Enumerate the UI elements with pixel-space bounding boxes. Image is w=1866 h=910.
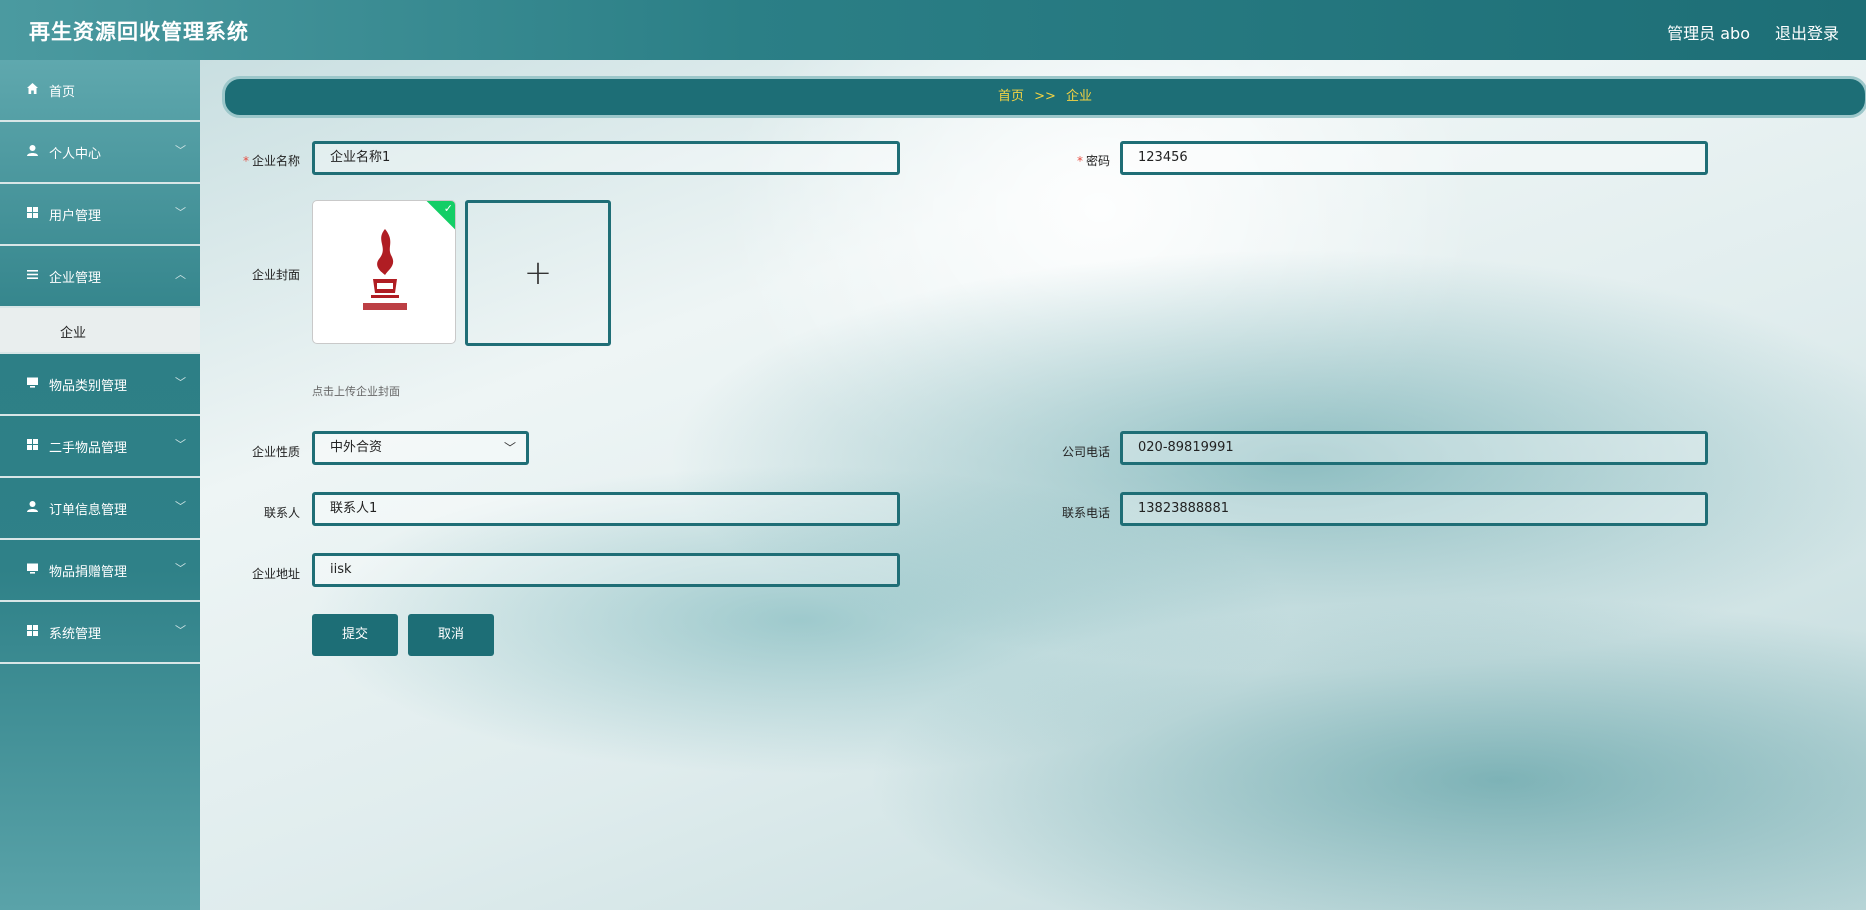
chevron-up-icon: ︿ bbox=[175, 268, 186, 281]
contact-phone-input[interactable]: 13823888881 bbox=[1120, 492, 1708, 526]
company-phone-label: 公司电话 bbox=[1061, 445, 1110, 459]
user-icon bbox=[27, 145, 38, 156]
password-label: * 密码 bbox=[1076, 154, 1110, 168]
grid-icon bbox=[27, 439, 38, 450]
nature-label: 企业性质 bbox=[251, 445, 300, 459]
submit-button[interactable]: 提交 bbox=[312, 614, 398, 656]
logout-button[interactable]: 退出登录 bbox=[1775, 20, 1839, 44]
check-icon: ✓ bbox=[443, 202, 453, 215]
sidebar-item-label: 企业管理 bbox=[49, 271, 102, 286]
sidebar-item-donations[interactable]: 物品捐赠管理 ﹀ bbox=[0, 540, 200, 602]
required-mark: * bbox=[1076, 154, 1083, 168]
chevron-down-icon: ﹀ bbox=[175, 144, 186, 157]
main-content: 首页 >> 企业 bbox=[200, 60, 1866, 910]
enterprise-logo-image bbox=[363, 229, 407, 310]
grid-icon bbox=[27, 207, 38, 218]
address-input[interactable]: iisk bbox=[312, 553, 900, 587]
sidebar-item-system[interactable]: 系统管理 ﹀ bbox=[0, 602, 200, 664]
sidebar-item-users[interactable]: 用户管理 ﹀ bbox=[0, 184, 200, 246]
chevron-down-icon: ﹀ bbox=[503, 441, 516, 455]
sidebar-subitem-enterprise[interactable]: 企业 bbox=[0, 308, 200, 354]
company-phone-input[interactable]: 020-89819991 bbox=[1120, 431, 1708, 465]
contact-input[interactable]: 联系人1 bbox=[312, 492, 900, 526]
home-icon bbox=[27, 83, 38, 94]
breadcrumb-current: 企业 bbox=[1066, 89, 1093, 104]
sidebar-item-label: 物品捐赠管理 bbox=[49, 565, 128, 580]
sidebar-item-profile[interactable]: 个人中心 ﹀ bbox=[0, 122, 200, 184]
sidebar-item-label: 物品类别管理 bbox=[49, 379, 128, 394]
enterprise-name-label: * 企业名称 bbox=[242, 154, 300, 168]
sidebar-item-label: 首页 bbox=[49, 85, 76, 100]
list-icon bbox=[27, 270, 38, 279]
breadcrumb: 首页 >> 企业 bbox=[222, 76, 1866, 118]
header-bar: 再生资源回收管理系统 管理员 abo 退出登录 bbox=[0, 0, 1866, 60]
sidebar-item-label: 系统管理 bbox=[49, 627, 102, 642]
required-mark: * bbox=[242, 154, 249, 168]
sidebar-item-home[interactable]: 首页 bbox=[0, 60, 200, 122]
sidebar-item-categories[interactable]: 物品类别管理 ﹀ bbox=[0, 354, 200, 416]
breadcrumb-home[interactable]: 首页 bbox=[998, 89, 1024, 104]
sidebar-item-enterprise[interactable]: 企业管理 ︿ bbox=[0, 246, 200, 308]
grid-icon bbox=[27, 625, 38, 636]
chevron-down-icon: ﹀ bbox=[175, 562, 186, 575]
sidebar-item-label: 二手物品管理 bbox=[49, 441, 128, 456]
sidebar-item-label: 订单信息管理 bbox=[49, 503, 128, 518]
nature-select[interactable]: 中外合资 ﹀ bbox=[312, 431, 529, 465]
sidebar-item-label: 用户管理 bbox=[49, 209, 102, 224]
cover-image-preview[interactable]: ✓ bbox=[312, 200, 456, 344]
sidebar-subitem-label: 企业 bbox=[60, 326, 87, 341]
plus-icon: + bbox=[523, 253, 553, 293]
chevron-down-icon: ﹀ bbox=[175, 376, 186, 389]
chevron-down-icon: ﹀ bbox=[175, 438, 186, 451]
sidebar-item-label: 个人中心 bbox=[49, 147, 102, 162]
cover-label: 企业封面 bbox=[251, 268, 300, 282]
contact-label: 联系人 bbox=[263, 506, 300, 520]
upload-hint: 点击上传企业封面 bbox=[312, 385, 400, 398]
chevron-down-icon: ﹀ bbox=[175, 624, 186, 637]
chevron-down-icon: ﹀ bbox=[175, 206, 186, 219]
nature-select-value: 中外合资 bbox=[330, 440, 383, 455]
password-input[interactable]: 123456 bbox=[1120, 141, 1708, 175]
admin-username: 管理员 abo bbox=[1667, 24, 1750, 43]
chevron-down-icon: ﹀ bbox=[175, 500, 186, 513]
cancel-button[interactable]: 取消 bbox=[408, 614, 494, 656]
enterprise-name-input[interactable]: 企业名称1 bbox=[312, 141, 900, 175]
user-icon bbox=[27, 501, 38, 512]
monitor-icon bbox=[27, 377, 38, 388]
sidebar-item-secondhand[interactable]: 二手物品管理 ﹀ bbox=[0, 416, 200, 478]
contact-phone-label: 联系电话 bbox=[1061, 506, 1110, 520]
sidebar: 首页 个人中心 ﹀ 用户管理 ﹀ 企业管理 ︿ 企业 物品类别管理 ﹀ 二手物品… bbox=[0, 60, 200, 910]
monitor-icon bbox=[27, 563, 38, 574]
address-label: 企业地址 bbox=[251, 567, 300, 581]
app-title: 再生资源回收管理系统 bbox=[29, 20, 249, 44]
breadcrumb-separator: >> bbox=[1034, 89, 1056, 104]
upload-cover-button[interactable]: + bbox=[465, 200, 611, 346]
sidebar-item-orders[interactable]: 订单信息管理 ﹀ bbox=[0, 478, 200, 540]
